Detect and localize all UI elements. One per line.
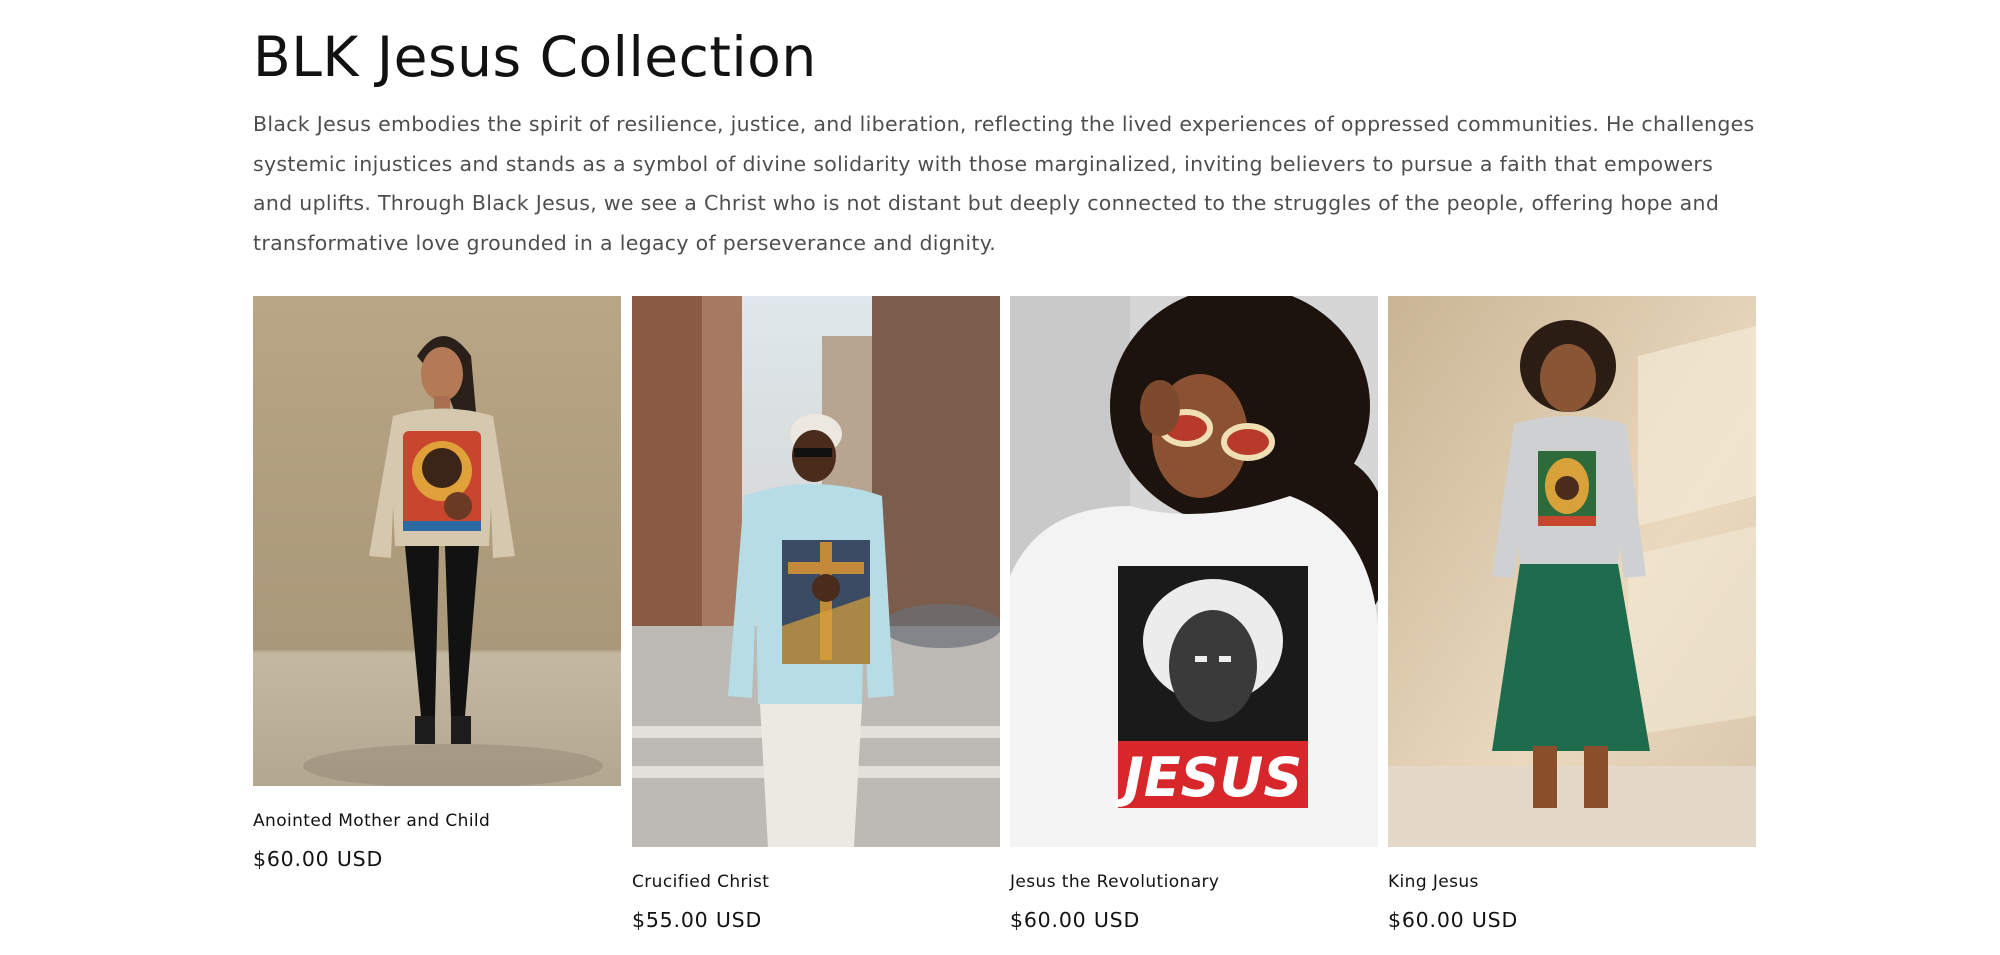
product-title[interactable]: Crucified Christ — [632, 872, 1000, 892]
print-text: JESUS — [1115, 746, 1303, 809]
product-image[interactable] — [253, 296, 621, 786]
product-image[interactable]: JESUS — [1010, 296, 1378, 847]
product-price: $60.00 USD — [1388, 908, 1519, 932]
collection-description: Black Jesus embodies the spirit of resil… — [253, 112, 1755, 255]
product-price: $60.00 USD — [1010, 908, 1141, 932]
product-image-jesus-the-revolutionary: JESUS — [1010, 296, 1378, 847]
product-image[interactable] — [1388, 296, 1756, 847]
product-card[interactable]: Crucified Christ $55.00 USD — [632, 296, 1000, 932]
product-card[interactable]: King Jesus $60.00 USD — [1388, 296, 1756, 932]
product-image-crucified-christ — [632, 296, 1000, 847]
product-card[interactable]: JESUS Jesus the Revolutionary $60.00 USD — [1010, 296, 1378, 932]
product-price: $60.00 USD — [253, 847, 384, 871]
collection-title: BLK Jesus Collection — [253, 25, 817, 89]
product-image[interactable] — [632, 296, 1000, 847]
product-title[interactable]: Jesus the Revolutionary — [1010, 872, 1378, 892]
product-image-anointed-mother-and-child — [253, 296, 621, 786]
product-price: $55.00 USD — [632, 908, 763, 932]
product-title[interactable]: Anointed Mother and Child — [253, 811, 621, 831]
product-card[interactable]: Anointed Mother and Child $60.00 USD — [253, 296, 621, 871]
product-title[interactable]: King Jesus — [1388, 872, 1756, 892]
product-image-king-jesus — [1388, 296, 1756, 847]
